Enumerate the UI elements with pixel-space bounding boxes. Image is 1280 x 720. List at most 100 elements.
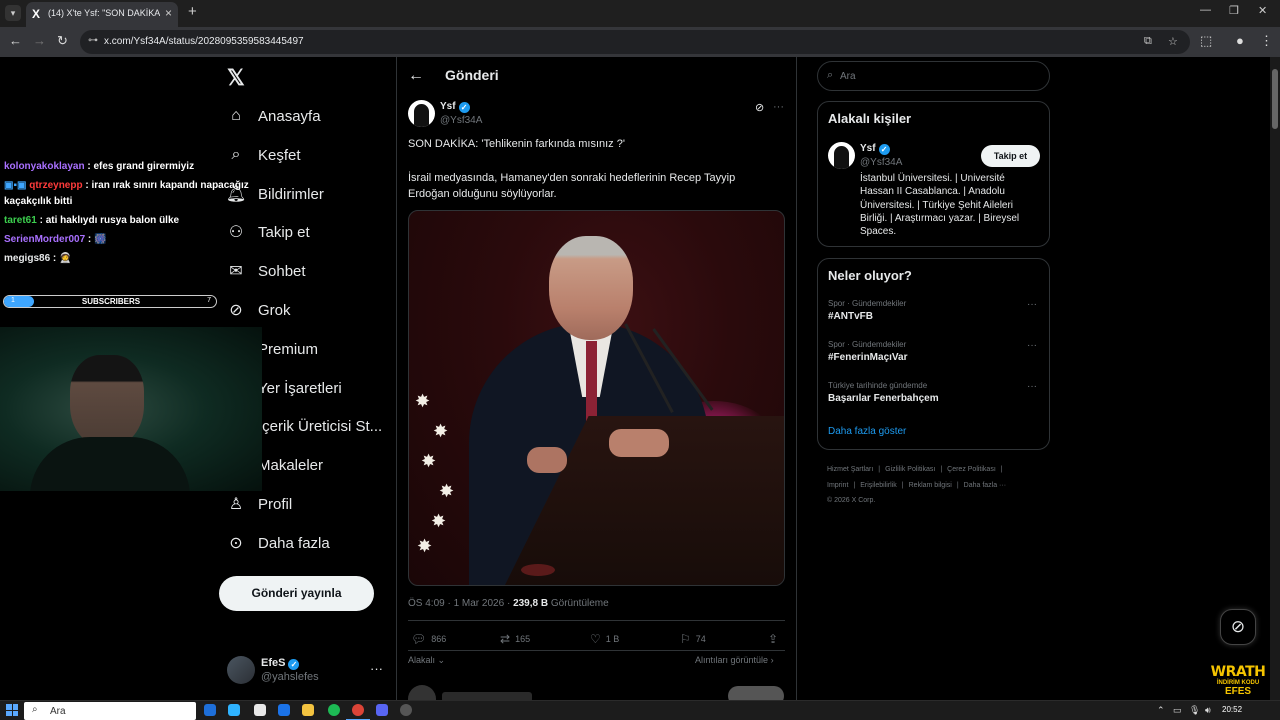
repost-button[interactable]: ⇄ 165 [500,632,530,646]
share-button[interactable]: ⇪ [768,632,783,646]
back-arrow-icon[interactable]: ← [408,67,424,85]
tray-chevron-icon[interactable]: ⌃ [1157,705,1165,716]
chat-badges-icon: ▣▪▣ [4,180,30,191]
back-icon[interactable]: ← [9,33,22,48]
grok-explain-icon[interactable]: ⊘ [755,101,764,114]
tab-search-button[interactable]: ▾ [5,5,21,21]
footer-sep: | [940,466,943,473]
search-box[interactable]: ⌕ Ara [817,61,1050,91]
chrome-icon[interactable] [352,704,364,716]
site-info-icon[interactable]: ⊶ [88,35,98,46]
sort-dropdown[interactable]: Alakalı ⌄ [408,655,445,666]
close-window-icon[interactable]: ✕ [1258,4,1267,17]
nav-explore[interactable]: ⌕ Keşfet [226,140,301,170]
trend-item[interactable]: Spor · Gündemdekiler #ANTvFB [828,299,906,322]
footer-sep: | [956,481,959,489]
grok-floating-button[interactable]: ⊘ [1220,609,1256,645]
spotify-icon[interactable] [328,704,340,716]
windows-start-icon[interactable] [6,704,18,716]
like-button[interactable]: ♡ 1 B [590,632,619,646]
taskbar-app-icon[interactable] [278,704,290,716]
network-icon[interactable]: ▭ [1173,705,1182,716]
bookmark-star-icon[interactable]: ☆ [1168,35,1178,48]
post-more-icon[interactable]: ··· [773,101,784,113]
view-quotes-link[interactable]: Alıntıları görüntüle › [695,655,774,665]
account-name[interactable]: EfeS ✓ [261,657,300,670]
account-avatar[interactable] [227,656,255,684]
scrollbar-thumb[interactable] [1272,69,1278,129]
trend-category: Spor · Gündemdekiler [828,340,907,349]
taskbar-search[interactable]: ⌕ Ara [24,702,196,720]
tab-close-icon[interactable]: × [165,6,172,20]
reply-action-button[interactable] [728,686,784,700]
install-icon[interactable]: ⧉ [1144,35,1152,48]
trend-more-icon[interactable]: ··· [1027,299,1037,310]
new-tab-icon[interactable]: + [188,3,197,20]
footer-link[interactable]: Imprint [827,482,848,489]
clock[interactable]: 20:52 [1222,705,1242,714]
nav-home[interactable]: ⌂ Anasayfa [226,101,320,131]
minimize-icon[interactable]: — [1200,4,1211,16]
nav-profile[interactable]: ♙ Profil [226,489,292,519]
search-placeholder: Ara [840,71,856,82]
microphone-icon[interactable]: 🎙︎ [1189,705,1200,716]
show-more-link[interactable]: Daha fazla göster [828,426,906,437]
file-explorer-icon[interactable] [302,704,314,716]
nav-label: Grok [258,301,291,319]
related-person-handle[interactable]: @Ysf34A [860,157,902,168]
profile-avatar-icon[interactable]: ● [1236,33,1244,48]
obs-icon[interactable] [400,704,412,716]
nav-follow[interactable]: ⚇ Takip et [226,217,310,247]
browser-tab-active[interactable]: X (14) X'te Ysf: "SON DAKİKA: 'Tehli × [26,2,178,27]
address-bar[interactable]: ⊶ x.com/Ysf34A/status/202809535958344549… [80,30,1190,54]
footer-link[interactable]: Daha fazla ··· [964,482,1006,489]
footer-link[interactable]: Erişilebilirlik [860,482,897,489]
discord-icon[interactable] [376,704,388,716]
reply-button[interactable]: 💬︎ 866 [411,632,446,646]
restore-icon[interactable]: ❐ [1229,4,1239,17]
browser-menu-icon[interactable]: ⋮ [1260,33,1273,49]
extensions-icon[interactable]: ⬚ [1200,33,1212,49]
follow-icon: ⚇ [228,224,244,241]
bookmark-button[interactable]: ⚐ 74 [680,632,706,646]
nav-label: Profil [258,495,293,513]
footer-link[interactable]: Çerez Politikası [947,466,996,473]
nav-grok[interactable]: ⊘ Grok [226,295,291,325]
related-person-name[interactable]: Ysf ✓ [860,143,890,155]
photo-star: ✸ [431,511,447,531]
follow-button[interactable]: Takip et [981,145,1040,167]
trend-more-icon[interactable]: ··· [1027,381,1037,392]
post-photo[interactable]: ✸ ✸ ✸ ✸ ✸ ✸ [408,210,785,586]
forward-icon[interactable]: → [33,33,46,48]
related-person-avatar[interactable] [828,142,855,169]
chevron-down-icon: ⌄ [437,655,446,665]
reload-icon[interactable]: ↻ [57,33,68,49]
author-avatar[interactable] [408,100,435,127]
taskbar-app-icon[interactable] [204,704,216,716]
post-button[interactable]: Gönderi yayınla [219,576,374,611]
trend-category: Spor · Gündemdekiler [828,299,907,308]
taskbar-app-icon[interactable] [254,704,266,716]
card-title: Alakalı kişiler [828,111,912,126]
nav-more[interactable]: ⊙ Daha fazla [226,528,329,558]
x-logo-icon[interactable]: 𝕏 [227,65,245,91]
volume-icon[interactable]: 🔊︎ [1205,705,1211,716]
footer-link[interactable]: Hizmet Şartları [827,466,873,473]
footer-link[interactable]: Reklam bilgisi [909,482,952,489]
trend-item[interactable]: Türkiye tarihinde gündemde Başarılar Fen… [828,381,939,404]
trend-name: #ANTvFB [828,311,874,322]
author-name[interactable]: Ysf ✓ [440,101,470,113]
search-icon: ⌕ [827,69,834,81]
reply-avatar[interactable] [408,685,436,700]
nav-messages[interactable]: ✉ Sohbet [226,256,305,286]
taskbar-app-icon[interactable] [228,704,240,716]
account-menu-icon[interactable]: ··· [370,661,383,676]
page-scrollbar[interactable] [1270,57,1280,700]
bookmark-count: 74 [695,634,706,644]
subscriber-goal-bar: 1 SUBSCRIBERS 7 [3,295,217,308]
author-handle[interactable]: @Ysf34A [440,115,482,126]
quotes-label: Alıntıları görüntüle [695,655,769,665]
trend-item[interactable]: Spor · Gündemdekiler #FenerinMaçıVar [828,340,907,363]
footer-link[interactable]: Gizlilik Politikası [885,466,935,473]
trend-more-icon[interactable]: ··· [1027,340,1037,351]
